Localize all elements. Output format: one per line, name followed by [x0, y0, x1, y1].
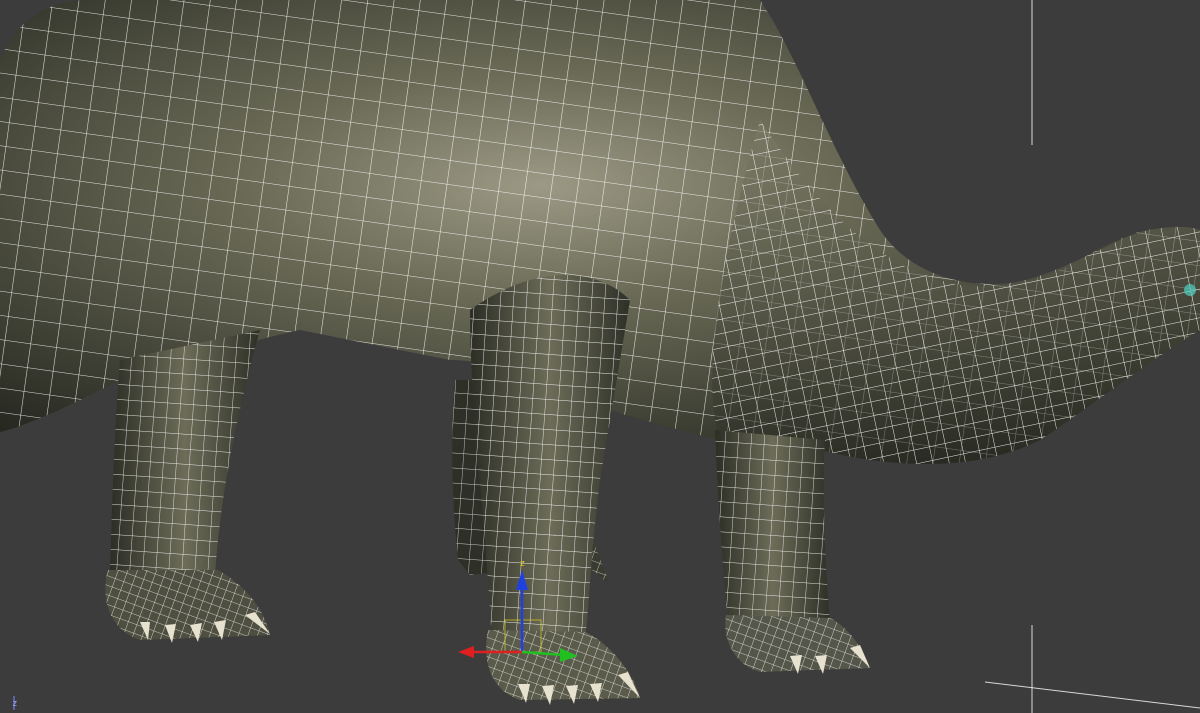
front-near-leg	[470, 275, 630, 640]
rear-near-foot	[105, 570, 270, 643]
front-far-foot-right	[725, 615, 870, 674]
head-tip	[1184, 284, 1196, 296]
dinosaur-neck	[712, 120, 1200, 464]
3d-viewport[interactable]: z z	[0, 0, 1200, 713]
viewport-canvas[interactable]: z	[0, 0, 1200, 713]
front-far-leg	[715, 430, 830, 625]
rear-near-leg	[110, 330, 260, 575]
front-near-foot	[486, 630, 640, 705]
gizmo-z-label: z	[520, 559, 525, 569]
world-axis-label: z	[12, 699, 18, 709]
